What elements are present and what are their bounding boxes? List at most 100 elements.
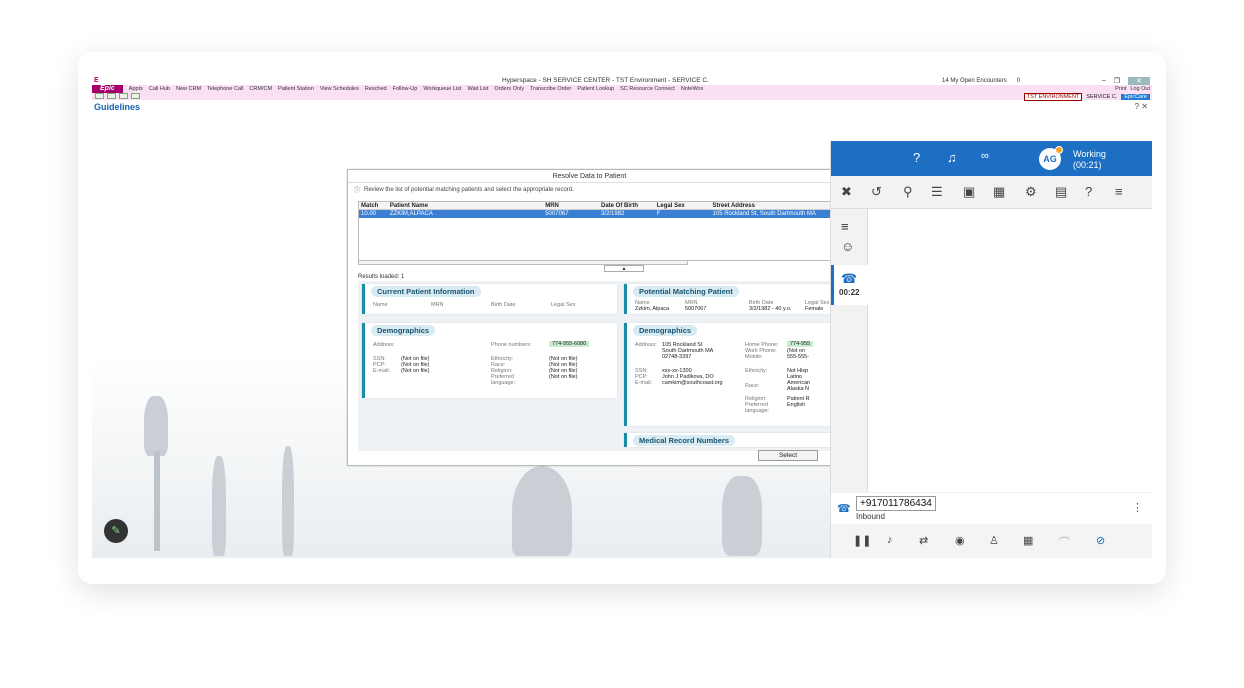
toolbar-appts[interactable]: Appts (129, 86, 143, 92)
toolbar-workqueue-list[interactable]: Workqueue List (423, 86, 461, 92)
toolbar-view-schedules[interactable]: View Schedules (320, 86, 359, 92)
keypad-icon[interactable]: ▦ (1023, 534, 1033, 547)
menu-icon[interactable]: ≡ (1115, 184, 1123, 199)
current-patient-card: Current Patient Information Name MRN Bir… (362, 284, 617, 314)
queue-icon[interactable]: ☰ (931, 184, 943, 200)
call-direction: Inbound (856, 512, 885, 521)
toolbar-follow-up[interactable]: Follow-Up (393, 86, 418, 92)
col-legal-sex[interactable]: Legal Sex (655, 202, 711, 209)
col-street-address[interactable]: Street Address (711, 202, 832, 209)
avatar-initials: AG (1043, 154, 1057, 164)
label-language: language: (745, 408, 770, 414)
record-icon[interactable]: ◉ (955, 534, 965, 547)
link-icon[interactable]: ∞ (981, 150, 989, 162)
guidelines-controls: ? ✕ (1135, 102, 1148, 111)
dialog-instruction: ⓘ Review the list of potential matching … (354, 185, 574, 195)
toolbar-patient-lookup[interactable]: Patient Lookup (577, 86, 614, 92)
potential-name: Zzkim, Alpaca (635, 306, 670, 312)
caller-number: +917011786434 (856, 496, 936, 511)
toolbar-sc-resource-connect[interactable]: SC Resource Connect (620, 86, 675, 92)
epic-menu-button[interactable]: Epic (92, 85, 123, 93)
table-header: Match Patient Name MRN Date Of Birth Leg… (359, 202, 832, 210)
col-mrn[interactable]: MRN (543, 202, 599, 209)
contact-card-icon[interactable]: ▣ (963, 184, 975, 200)
tab-icon-4[interactable] (131, 93, 140, 99)
help-circle-icon[interactable]: ? (1085, 184, 1092, 199)
minimize-icon[interactable]: – (1102, 77, 1106, 85)
hold-icon[interactable]: ❚❚ (853, 534, 871, 547)
tools-icon[interactable]: ✖ (841, 184, 852, 200)
status-dot (1055, 146, 1063, 154)
toolbar-crm-cm[interactable]: CRM/CM (249, 86, 272, 92)
reports-icon[interactable]: ▤ (1055, 184, 1067, 200)
agent-status[interactable]: Working (00:21) (1073, 149, 1106, 171)
env-indicators: TST ENVIRONMENT SERVICE C. EpicCare (1023, 93, 1150, 101)
cell: 3/2/1982 (600, 211, 625, 217)
encounters-link[interactable]: 14 My Open Encounters (942, 78, 1007, 84)
mail-count[interactable]: 0 (1017, 78, 1020, 84)
current-demographics-card: Demographics Address: Phone numbers: 774… (362, 323, 617, 398)
mute-icon[interactable]: ♪ (887, 534, 893, 546)
toolbar-transcribe-order[interactable]: Transcribe Order (530, 86, 571, 92)
title-bar: E Hyperspace - SH SERVICE CENTER - TST E… (92, 76, 1152, 85)
toolbar-wait-list[interactable]: Wait List (467, 86, 488, 92)
col-match[interactable]: Match (359, 202, 388, 209)
list-icon[interactable]: ≡ (841, 219, 849, 234)
cell: ZZKIM,ALPACA (389, 211, 433, 217)
logout-button[interactable]: Log Out (1130, 86, 1150, 92)
mrn-header: Medical Record Numbers (633, 435, 736, 446)
transfer-icon[interactable]: ⇄ (919, 534, 928, 547)
label-mrn: MRN (431, 302, 444, 308)
toolbar-telephone-call[interactable]: Telephone Call (207, 86, 243, 92)
add-participant-icon[interactable]: ♙ (989, 534, 999, 547)
label-language: language: (491, 380, 516, 386)
email-value: camkim@southcoast.org (662, 380, 723, 386)
toolbar-right: Print Log Out (1115, 86, 1150, 92)
toolbar-resched[interactable]: Resched (365, 86, 387, 92)
edit-pencil-button[interactable]: ✎ (104, 519, 128, 543)
toolbar-patient-station[interactable]: Patient Station (278, 86, 314, 92)
col-dob[interactable]: Date Of Birth (599, 202, 655, 209)
print-button[interactable]: Print (1115, 86, 1126, 92)
history-icon[interactable]: ↺ (871, 184, 882, 200)
close-guidelines-icon[interactable]: ✕ (1141, 102, 1148, 111)
search-icon[interactable]: ⚲ (903, 184, 913, 200)
toolbar-orders-only[interactable]: Orders Only (494, 86, 524, 92)
mrn-card[interactable]: Medical Record Numbers (624, 433, 836, 447)
calendar-icon[interactable]: ▦ (993, 184, 1005, 200)
tab-icon-3[interactable] (119, 93, 128, 99)
label-race: Race: (745, 383, 760, 389)
table-row[interactable]: 10.00 ZZKIM,ALPACA 5007067 3/2/1982 F 10… (359, 210, 832, 218)
window-title: Hyperspace - SH SERVICE CENTER - TST Env… (502, 77, 709, 84)
tab-icon-1[interactable] (95, 93, 104, 99)
bell-icon[interactable]: ♫ (947, 150, 957, 165)
demographics-header: Demographics (633, 325, 698, 336)
label-email: E-mail: (635, 380, 653, 386)
col-patient-name[interactable]: Patient Name (388, 202, 543, 209)
toolbar-notewox[interactable]: NoteWox (681, 86, 704, 92)
settings-icon[interactable]: ⚙ (1025, 184, 1037, 200)
help-icon[interactable]: ? (913, 150, 920, 165)
add-person-icon[interactable]: ☺ (841, 239, 854, 254)
tab-icon-2[interactable] (107, 93, 116, 99)
current-patient-header: Current Patient Information (371, 286, 481, 297)
select-button[interactable]: Select (758, 450, 818, 461)
complete-icon[interactable]: ⊘ (1096, 534, 1105, 547)
tree-shape (282, 446, 294, 556)
help-icon[interactable]: ? (1135, 102, 1139, 111)
epic-toolbar: Epic Appts Call Hub New CRM Telephone Ca… (92, 85, 1152, 93)
collapse-toggle[interactable]: ▲ (604, 265, 644, 272)
incoming-call-icon[interactable]: ☎ (841, 271, 857, 287)
hangup-icon[interactable]: ⌒ (1059, 534, 1070, 550)
avatar[interactable]: AG (1039, 146, 1063, 170)
close-icon[interactable]: ✕ (1128, 76, 1150, 85)
demographics-header: Demographics (371, 325, 436, 336)
status-timer: (00:21) (1073, 160, 1102, 170)
environment-badge: TST ENVIRONMENT (1023, 93, 1083, 101)
resolve-data-dialog: Resolve Data to Patient ⓘ Review the lis… (347, 169, 836, 466)
more-options-icon[interactable]: ⋮ (1132, 501, 1143, 514)
restore-icon[interactable]: ❐ (1114, 77, 1120, 85)
epiccare-button[interactable]: EpicCare (1121, 94, 1150, 100)
toolbar-call-hub[interactable]: Call Hub (149, 86, 170, 92)
toolbar-new-crm[interactable]: New CRM (176, 86, 201, 92)
